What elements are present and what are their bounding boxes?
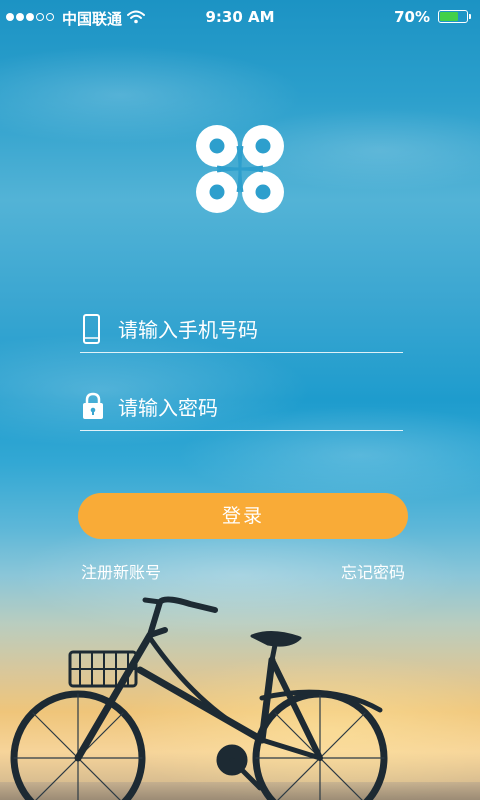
password-field (80, 390, 403, 431)
battery-level (440, 12, 458, 21)
status-bar: 中国联通 9:30 AM 70% (0, 0, 480, 36)
phone-input[interactable] (118, 312, 398, 348)
phone-icon (82, 313, 102, 349)
register-link[interactable]: 注册新账号 (81, 559, 161, 583)
password-input[interactable] (118, 390, 398, 426)
battery-percent: 70% (394, 8, 430, 26)
battery-icon (438, 10, 471, 23)
login-button[interactable]: 登录 (78, 493, 408, 539)
app-logo-icon (193, 122, 287, 220)
forgot-password-link[interactable]: 忘记密码 (341, 559, 405, 583)
bicycle-image (10, 596, 388, 800)
phone-field (80, 312, 403, 353)
lock-icon (82, 391, 104, 425)
